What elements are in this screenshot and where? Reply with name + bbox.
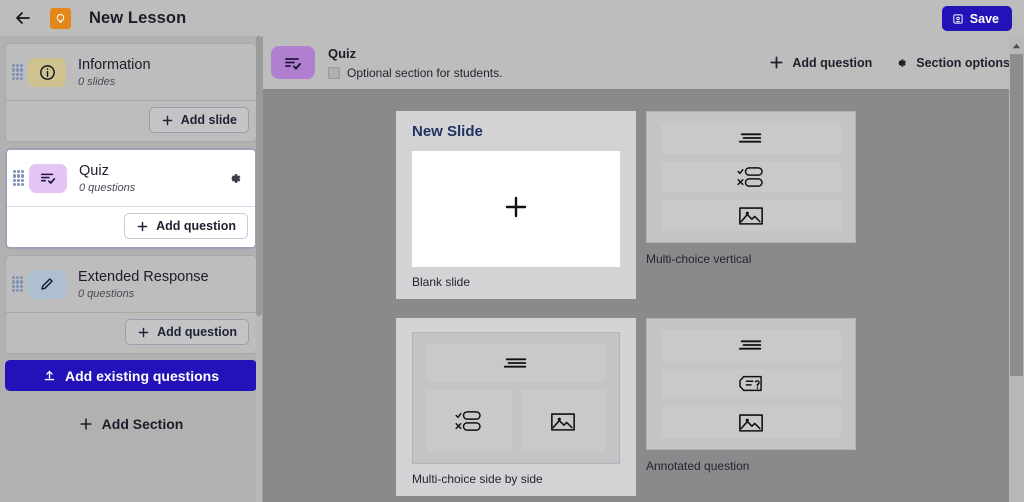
section-header[interactable]: Quiz 0 questions bbox=[7, 150, 255, 206]
drag-handle-icon[interactable] bbox=[12, 276, 23, 292]
save-document-icon bbox=[952, 13, 964, 25]
section-name: Information bbox=[78, 56, 151, 73]
section-subtitle: 0 slides bbox=[78, 76, 116, 89]
text-lines-icon bbox=[427, 344, 605, 383]
plus-icon bbox=[136, 220, 149, 233]
section-options-button[interactable]: Section options bbox=[894, 56, 1010, 70]
add-slide-button[interactable]: Add slide bbox=[148, 107, 249, 133]
sidebar-section-extended-response[interactable]: Extended Response 0 questions Add questi… bbox=[5, 255, 257, 354]
section-toolbar-title: Quiz bbox=[328, 45, 357, 61]
optional-section-checkbox[interactable] bbox=[328, 66, 340, 79]
template-preview bbox=[646, 111, 856, 243]
section-text: Information 0 slides bbox=[78, 56, 246, 88]
lesson-editor-app: New Lesson Save Information 0 slides Add… bbox=[0, 0, 1024, 502]
template-preview bbox=[412, 332, 620, 464]
section-footer: Add slide bbox=[6, 100, 256, 141]
plus-icon bbox=[161, 114, 174, 127]
info-circle-icon bbox=[28, 57, 66, 87]
page-title: New Lesson bbox=[89, 8, 187, 27]
save-button[interactable]: Save bbox=[941, 6, 1012, 31]
multi-choice-options-icon bbox=[661, 161, 841, 193]
image-icon bbox=[520, 390, 605, 452]
sidebar: Information 0 slides Add slide Quiz 0 qu… bbox=[0, 36, 262, 502]
lightbulb-icon[interactable] bbox=[50, 7, 71, 29]
add-question-button[interactable]: Add question bbox=[124, 213, 248, 239]
drag-handle-icon[interactable] bbox=[13, 170, 24, 186]
section-header[interactable]: Extended Response 0 questions bbox=[6, 256, 256, 312]
plus-icon bbox=[769, 55, 784, 70]
drag-handle-icon[interactable] bbox=[12, 64, 23, 80]
body-row: Information 0 slides Add slide Quiz 0 qu… bbox=[0, 36, 1024, 502]
main-scrollbar[interactable] bbox=[1009, 36, 1024, 502]
section-text: Extended Response 0 questions bbox=[78, 268, 246, 300]
pencil-icon bbox=[28, 269, 66, 299]
template-card-annotated-question[interactable]: Annotated question bbox=[646, 318, 856, 496]
new-slide-title: New Slide bbox=[412, 123, 483, 140]
template-card-multi-choice-vertical[interactable]: Multi-choice vertical bbox=[646, 111, 856, 299]
section-header[interactable]: Information 0 slides bbox=[6, 44, 256, 100]
plus-icon bbox=[137, 326, 150, 339]
add-section-button[interactable]: Add Section bbox=[3, 410, 259, 438]
quiz-checklist-icon bbox=[271, 46, 315, 79]
optional-section-row[interactable]: Optional section for students. bbox=[328, 66, 502, 80]
template-label: Multi-choice vertical bbox=[646, 252, 752, 266]
sidebar-section-quiz[interactable]: Quiz 0 questions Add question bbox=[5, 148, 257, 249]
toolbar-add-question-label: Add question bbox=[792, 55, 873, 70]
section-text: Quiz 0 questions bbox=[79, 162, 223, 194]
section-name: Quiz bbox=[79, 162, 109, 179]
speech-bubble-question-icon bbox=[661, 368, 841, 400]
upload-icon bbox=[43, 369, 56, 382]
add-slide-label: Add slide bbox=[180, 113, 237, 127]
section-toolbar-text: Quiz Optional section for students. bbox=[328, 46, 502, 80]
template-split-row bbox=[427, 390, 605, 452]
plus-icon bbox=[503, 194, 529, 225]
main-scrollbar-thumb[interactable] bbox=[1010, 54, 1023, 376]
plus-icon bbox=[79, 417, 93, 431]
text-lines-icon bbox=[661, 123, 841, 154]
toolbar-actions: Add question Section options bbox=[769, 55, 1010, 70]
template-grid: New Slide Blank slide Multi-choice verti… bbox=[263, 111, 1003, 496]
add-question-label: Add question bbox=[157, 325, 237, 339]
add-question-label: Add question bbox=[156, 219, 236, 233]
section-subtitle: 0 questions bbox=[78, 288, 135, 301]
sidebar-section-information[interactable]: Information 0 slides Add slide bbox=[5, 43, 257, 142]
template-card-multi-choice-side-by-side[interactable]: Multi-choice side by side bbox=[396, 318, 636, 496]
add-existing-questions-button[interactable]: Add existing questions bbox=[5, 360, 257, 391]
template-preview bbox=[646, 318, 856, 450]
section-footer: Add question bbox=[6, 312, 256, 353]
template-label: Annotated question bbox=[646, 459, 750, 473]
multi-choice-options-icon bbox=[427, 390, 512, 452]
add-section-label: Add Section bbox=[101, 416, 184, 432]
save-button-label: Save bbox=[969, 11, 999, 26]
section-settings-gear-icon[interactable] bbox=[223, 167, 245, 189]
top-bar: New Lesson Save bbox=[0, 0, 1024, 36]
new-slide-card[interactable]: New Slide Blank slide bbox=[396, 111, 636, 299]
add-existing-questions-label: Add existing questions bbox=[64, 367, 219, 384]
blank-slide-thumbnail[interactable] bbox=[412, 151, 620, 267]
main-panel: Quiz Optional section for students. Add … bbox=[262, 36, 1024, 502]
section-options-label: Section options bbox=[916, 55, 1010, 70]
scroll-up-icon[interactable] bbox=[1012, 38, 1021, 49]
slide-template-canvas: New Slide Blank slide Multi-choice verti… bbox=[263, 89, 1024, 502]
back-arrow-icon[interactable] bbox=[12, 7, 34, 29]
gear-icon bbox=[894, 56, 908, 70]
section-subtitle: 0 questions bbox=[79, 182, 136, 195]
quiz-checklist-icon bbox=[29, 163, 67, 193]
section-name: Extended Response bbox=[78, 268, 209, 285]
section-toolbar: Quiz Optional section for students. Add … bbox=[263, 36, 1024, 89]
toolbar-add-question-button[interactable]: Add question bbox=[769, 55, 872, 70]
image-icon bbox=[661, 200, 841, 232]
add-question-button[interactable]: Add question bbox=[125, 319, 249, 345]
section-footer: Add question bbox=[7, 206, 255, 247]
blank-slide-label: Blank slide bbox=[412, 275, 471, 289]
image-icon bbox=[661, 407, 841, 439]
optional-section-label: Optional section for students. bbox=[347, 65, 503, 80]
template-label: Multi-choice side by side bbox=[412, 472, 543, 486]
text-lines-icon bbox=[661, 330, 841, 361]
